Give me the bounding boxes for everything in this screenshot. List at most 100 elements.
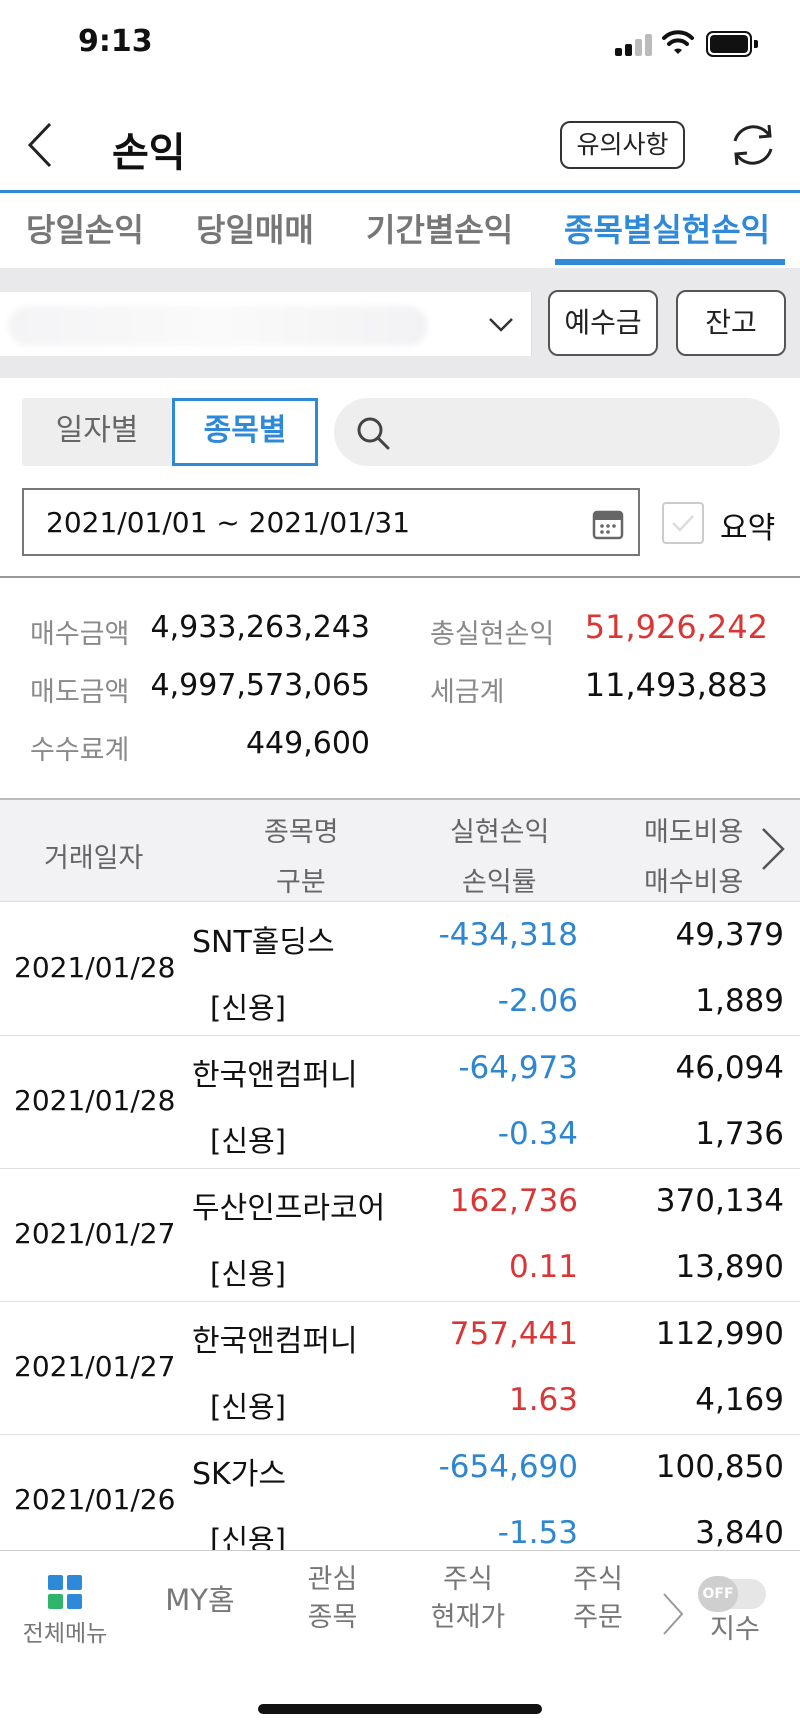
by-date-toggle[interactable]: 일자별 — [22, 398, 172, 466]
account-bar: 예수금 잔고 — [0, 268, 800, 378]
row-pl-rate: -0.34 — [497, 1116, 578, 1152]
account-number-masked — [8, 306, 428, 346]
fee-value: 449,600 — [245, 726, 370, 761]
header-buy-cost: 매수비용 — [644, 867, 744, 898]
row-sell-cost: 49,379 — [675, 917, 784, 953]
total-pl-label: 총실현손익 — [430, 619, 555, 650]
back-icon[interactable] — [22, 120, 62, 170]
row-sell-cost: 46,094 — [675, 1050, 784, 1086]
row-realized-pl: -434,318 — [438, 917, 578, 953]
total-pl-value: 51,926,242 — [584, 608, 768, 646]
row-buy-cost: 1,889 — [695, 983, 784, 1019]
date-range-field[interactable]: 2021/01/01 ~ 2021/01/31 — [22, 488, 640, 556]
section-divider — [0, 576, 800, 578]
row-item-name: SNT홀딩스 — [192, 925, 335, 960]
nav-index-label: 지수 — [710, 1614, 760, 1645]
row-item-name: 한국앤컴퍼니 — [192, 1058, 358, 1093]
row-realized-pl: -64,973 — [458, 1050, 578, 1086]
header-pl-rate: 손익률 — [462, 867, 537, 898]
calendar-icon[interactable] — [592, 508, 624, 540]
account-select[interactable] — [0, 292, 532, 356]
search-icon — [357, 417, 390, 450]
nav-watchlist[interactable]: 관심 종목 — [280, 1561, 385, 1641]
row-sell-cost: 370,134 — [655, 1183, 784, 1219]
sell-amount-value: 4,997,573,065 — [150, 668, 370, 703]
row-item-name: 두산인프라코어 — [192, 1191, 386, 1226]
row-pl-rate: -1.53 — [497, 1515, 578, 1550]
tax-label: 세금계 — [430, 677, 505, 708]
row-date: 2021/01/27 — [14, 1350, 176, 1383]
deposit-button[interactable]: 예수금 — [548, 290, 658, 356]
chevron-right-icon[interactable] — [660, 1591, 686, 1637]
header-item-name: 종목명 — [264, 817, 339, 848]
nav-my-home[interactable]: MY홈 — [150, 1581, 250, 1619]
chevron-right-icon[interactable] — [755, 824, 789, 874]
summary-checkbox[interactable] — [662, 502, 704, 544]
refresh-icon[interactable] — [725, 117, 781, 173]
battery-icon — [706, 31, 758, 57]
row-category: [신용] — [210, 1523, 286, 1550]
view-mode-segment: 일자별 종목별 — [22, 398, 318, 466]
table-row[interactable]: 2021/01/28 한국앤컴퍼니 [신용] -64,973 -0.34 46,… — [0, 1036, 800, 1169]
app-header: 손익 유의사항 — [0, 90, 800, 190]
row-buy-cost: 3,840 — [695, 1515, 784, 1550]
index-toggle[interactable]: OFF — [698, 1576, 766, 1612]
page-title: 손익 — [112, 130, 186, 176]
table-row[interactable]: 2021/01/26 SK가스 [신용] -654,690 -1.53 100,… — [0, 1435, 800, 1550]
nav-stock-price[interactable]: 주식 현재가 — [408, 1561, 528, 1641]
row-pl-rate: 1.63 — [508, 1382, 578, 1418]
grid-menu-icon — [48, 1575, 82, 1609]
nav-stock-order-line2: 주문 — [573, 1602, 623, 1633]
row-pl-rate: -2.06 — [497, 983, 578, 1019]
sell-amount-label: 매도금액 — [30, 677, 130, 708]
row-item-name: SK가스 — [192, 1457, 286, 1492]
search-input[interactable] — [334, 398, 780, 466]
summary-label: 요약 — [720, 511, 776, 546]
nav-all-menu[interactable]: 전체메뉴 — [10, 1551, 120, 1661]
nav-stock-price-line2: 현재가 — [430, 1602, 506, 1633]
table-row[interactable]: 2021/01/28 SNT홀딩스 [신용] -434,318 -2.06 49… — [0, 903, 800, 1036]
toggle-knob: OFF — [698, 1576, 738, 1612]
notice-button[interactable]: 유의사항 — [560, 121, 685, 169]
nav-stock-order[interactable]: 주식 주문 — [548, 1561, 648, 1641]
table-row[interactable]: 2021/01/27 두산인프라코어 [신용] 162,736 0.11 370… — [0, 1169, 800, 1302]
header-realized-pl: 실현손익 — [450, 817, 550, 848]
chevron-down-icon — [489, 318, 513, 332]
row-date: 2021/01/26 — [14, 1483, 176, 1516]
row-buy-cost: 1,736 — [695, 1116, 784, 1152]
table-header: 거래일자 종목명 구분 실현손익 손익률 매도비용 매수비용 — [0, 798, 800, 902]
row-date: 2021/01/28 — [14, 1084, 176, 1117]
tab-period-pl[interactable]: 기간별손익 — [366, 205, 513, 251]
row-category: [신용] — [210, 1124, 286, 1158]
row-category: [신용] — [210, 1257, 286, 1291]
row-pl-rate: 0.11 — [508, 1249, 578, 1285]
tab-daily-pl[interactable]: 당일손익 — [26, 205, 144, 251]
row-date: 2021/01/27 — [14, 1217, 176, 1250]
buy-amount-value: 4,933,263,243 — [150, 610, 370, 645]
row-realized-pl: -654,690 — [438, 1449, 578, 1485]
active-tab-indicator — [555, 259, 785, 265]
by-item-toggle[interactable]: 종목별 — [172, 398, 318, 466]
home-indicator — [258, 1704, 542, 1714]
status-time: 9:13 — [78, 24, 153, 59]
date-range-text: 2021/01/01 ~ 2021/01/31 — [46, 506, 411, 539]
tab-daily-trades[interactable]: 당일매매 — [196, 205, 314, 251]
row-realized-pl: 162,736 — [449, 1183, 578, 1219]
balance-button[interactable]: 잔고 — [676, 290, 786, 356]
nav-stock-price-line1: 주식 — [443, 1564, 493, 1595]
row-buy-cost: 13,890 — [675, 1249, 784, 1285]
fee-label: 수수료계 — [30, 735, 130, 766]
tab-item-realized-pl[interactable]: 종목별실현손익 — [564, 205, 770, 251]
nav-all-menu-label: 전체메뉴 — [22, 1621, 108, 1647]
table-row[interactable]: 2021/01/27 한국앤컴퍼니 [신용] 757,441 1.63 112,… — [0, 1302, 800, 1435]
tab-bar: 당일손익 당일매매 기간별손익 종목별실현손익 — [0, 193, 800, 268]
row-category: [신용] — [210, 991, 286, 1025]
nav-watchlist-line2: 종목 — [307, 1602, 358, 1633]
row-sell-cost: 100,850 — [655, 1449, 784, 1485]
row-realized-pl: 757,441 — [449, 1316, 578, 1352]
row-item-name: 한국앤컴퍼니 — [192, 1324, 358, 1359]
row-sell-cost: 112,990 — [655, 1316, 784, 1352]
header-sell-cost: 매도비용 — [644, 817, 744, 848]
row-category: [신용] — [210, 1390, 286, 1424]
nav-watchlist-line1: 관심 — [307, 1564, 358, 1595]
